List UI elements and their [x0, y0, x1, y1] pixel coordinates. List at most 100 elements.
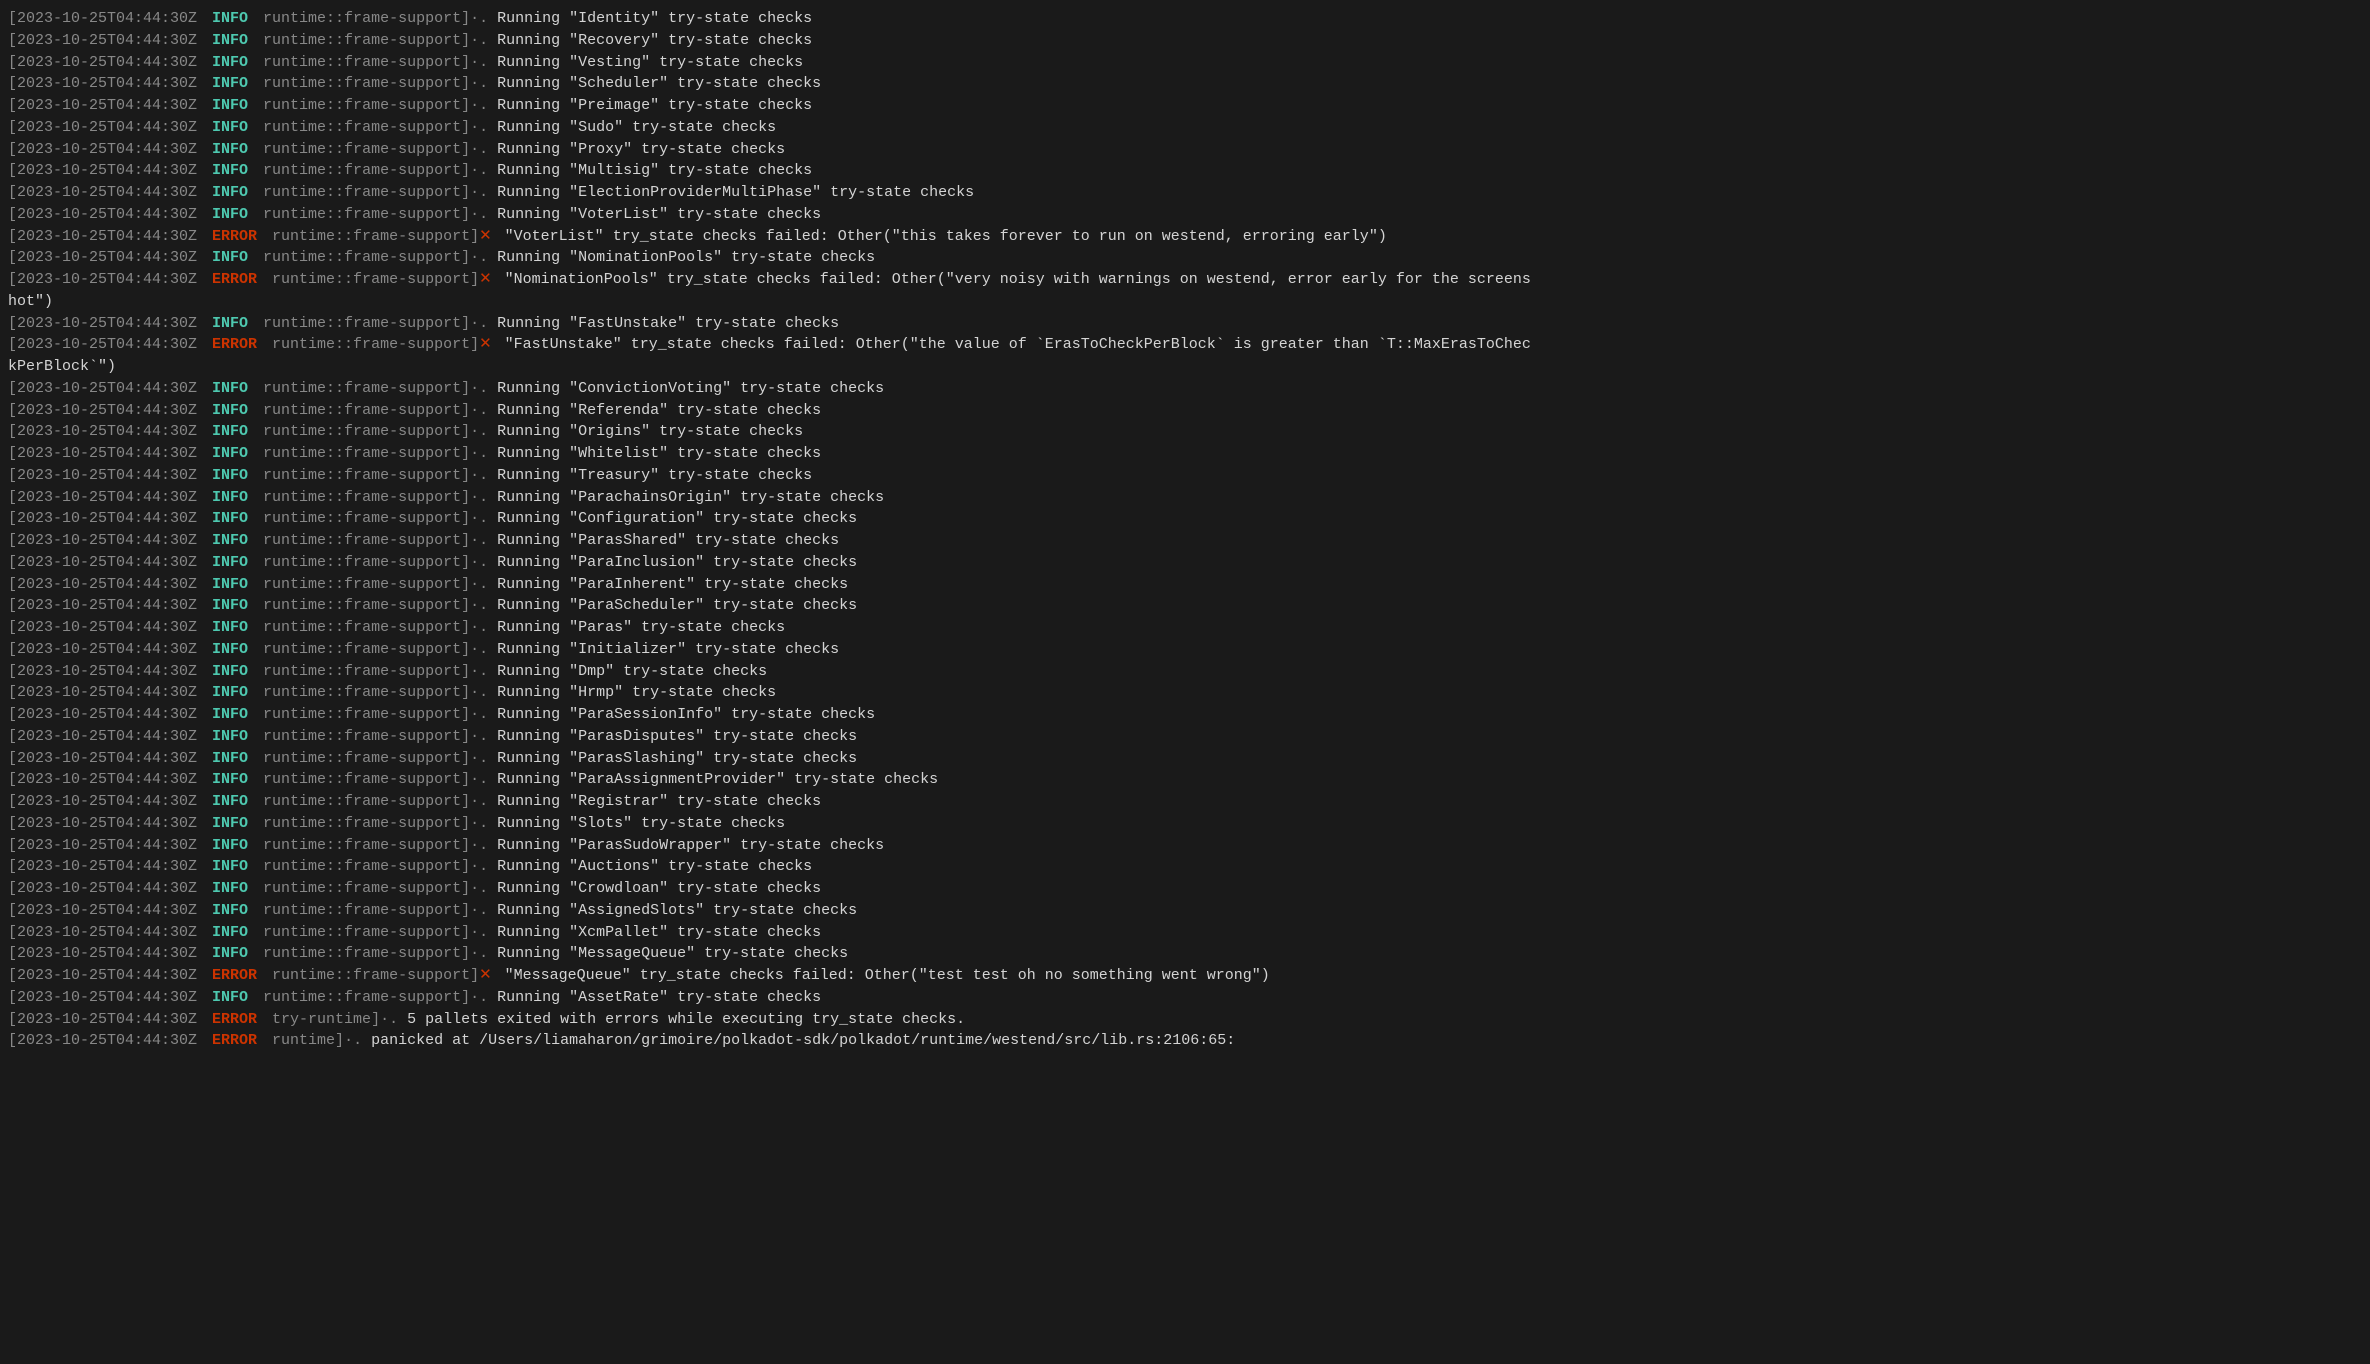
- log-timestamp: [2023-10-25T04:44:30Z: [8, 574, 197, 596]
- log-line: [2023-10-25T04:44:30Z INFO runtime::fram…: [0, 835, 2370, 857]
- log-source: runtime::frame-support]: [263, 682, 470, 704]
- log-level: INFO: [203, 922, 257, 944]
- log-dot: ·.: [470, 750, 497, 767]
- log-level: INFO: [203, 595, 257, 617]
- log-timestamp: [2023-10-25T04:44:30Z: [8, 813, 197, 835]
- log-message: ·. Running "ParasDisputes" try-state che…: [470, 726, 2362, 748]
- log-dot: ·.: [470, 423, 497, 440]
- log-message: ·. Running "NominationPools" try-state c…: [470, 247, 2362, 269]
- log-message: ✕ "FastUnstake" try_state checks failed:…: [479, 334, 2362, 356]
- log-level: INFO: [203, 530, 257, 552]
- log-source: runtime::frame-support]: [263, 574, 470, 596]
- log-level: INFO: [203, 682, 257, 704]
- log-timestamp: [2023-10-25T04:44:30Z: [8, 73, 197, 95]
- log-dot: ·.: [470, 249, 497, 266]
- log-dot: ·.: [470, 945, 497, 962]
- log-level: INFO: [203, 726, 257, 748]
- log-source: runtime::frame-support]: [263, 8, 470, 30]
- log-wrap-continuation: kPerBlock`"): [0, 356, 2370, 378]
- log-level: INFO: [203, 791, 257, 813]
- log-level: ERROR: [203, 226, 266, 248]
- log-line: [2023-10-25T04:44:30Z INFO runtime::fram…: [0, 465, 2370, 487]
- log-timestamp: [2023-10-25T04:44:30Z: [8, 617, 197, 639]
- log-level: INFO: [203, 508, 257, 530]
- log-dot: ·.: [470, 10, 497, 27]
- log-timestamp: [2023-10-25T04:44:30Z: [8, 682, 197, 704]
- log-line: [2023-10-25T04:44:30Z INFO runtime::fram…: [0, 421, 2370, 443]
- log-message: ·. Running "ParasSudoWrapper" try-state …: [470, 835, 2362, 857]
- log-timestamp: [2023-10-25T04:44:30Z: [8, 922, 197, 944]
- log-line: [2023-10-25T04:44:30Z INFO runtime::fram…: [0, 400, 2370, 422]
- log-dot: ·.: [470, 837, 497, 854]
- log-source: runtime::frame-support]: [263, 943, 470, 965]
- log-source: runtime::frame-support]: [263, 726, 470, 748]
- log-message: ·. Running "Hrmp" try-state checks: [470, 682, 2362, 704]
- log-line: [2023-10-25T04:44:30Z INFO runtime::fram…: [0, 987, 2370, 1009]
- log-line: [2023-10-25T04:44:30Z INFO runtime::fram…: [0, 704, 2370, 726]
- log-level: INFO: [203, 704, 257, 726]
- log-source: runtime::frame-support]: [272, 334, 479, 356]
- error-icon: ✕: [479, 271, 501, 288]
- log-source: runtime::frame-support]: [263, 400, 470, 422]
- log-dot: ·.: [470, 597, 497, 614]
- log-dot: ·.: [470, 924, 497, 941]
- log-timestamp: [2023-10-25T04:44:30Z: [8, 530, 197, 552]
- log-timestamp: [2023-10-25T04:44:30Z: [8, 139, 197, 161]
- log-dot: ·.: [470, 141, 497, 158]
- log-timestamp: [2023-10-25T04:44:30Z: [8, 8, 197, 30]
- log-message: ·. Running "ParaInherent" try-state chec…: [470, 574, 2362, 596]
- log-timestamp: [2023-10-25T04:44:30Z: [8, 160, 197, 182]
- log-line: [2023-10-25T04:44:30Z INFO runtime::fram…: [0, 487, 2370, 509]
- log-message: ·. Running "ParaSessionInfo" try-state c…: [470, 704, 2362, 726]
- log-timestamp: [2023-10-25T04:44:30Z: [8, 900, 197, 922]
- log-timestamp: [2023-10-25T04:44:30Z: [8, 726, 197, 748]
- log-level: INFO: [203, 400, 257, 422]
- log-message: ·. Running "ParaScheduler" try-state che…: [470, 595, 2362, 617]
- log-timestamp: [2023-10-25T04:44:30Z: [8, 508, 197, 530]
- log-timestamp: [2023-10-25T04:44:30Z: [8, 334, 197, 356]
- log-message: ·. Running "ElectionProviderMultiPhase" …: [470, 182, 2362, 204]
- log-source: runtime::frame-support]: [263, 769, 470, 791]
- log-source: runtime::frame-support]: [263, 139, 470, 161]
- log-dot: ·.: [470, 467, 497, 484]
- log-line: [2023-10-25T04:44:30Z INFO runtime::fram…: [0, 748, 2370, 770]
- log-timestamp: [2023-10-25T04:44:30Z: [8, 639, 197, 661]
- log-source: runtime::frame-support]: [263, 530, 470, 552]
- log-timestamp: [2023-10-25T04:44:30Z: [8, 552, 197, 574]
- log-timestamp: [2023-10-25T04:44:30Z: [8, 878, 197, 900]
- error-icon: ✕: [479, 967, 501, 984]
- log-dot: ·.: [470, 793, 497, 810]
- log-message: ·. Running "Proxy" try-state checks: [470, 139, 2362, 161]
- log-level: INFO: [203, 574, 257, 596]
- log-level: INFO: [203, 878, 257, 900]
- log-source: runtime::frame-support]: [263, 443, 470, 465]
- log-message: ·. Running "Preimage" try-state checks: [470, 95, 2362, 117]
- log-timestamp: [2023-10-25T04:44:30Z: [8, 226, 197, 248]
- log-source: runtime::frame-support]: [263, 900, 470, 922]
- log-source: runtime::frame-support]: [263, 987, 470, 1009]
- log-level: INFO: [203, 943, 257, 965]
- log-timestamp: [2023-10-25T04:44:30Z: [8, 704, 197, 726]
- log-dot: ·.: [470, 771, 497, 788]
- log-source: runtime::frame-support]: [263, 813, 470, 835]
- log-line: [2023-10-25T04:44:30Z INFO runtime::fram…: [0, 443, 2370, 465]
- log-level: ERROR: [203, 334, 266, 356]
- log-message: ·. Running "ParaInclusion" try-state che…: [470, 552, 2362, 574]
- log-message: ✕ "VoterList" try_state checks failed: O…: [479, 226, 2362, 248]
- log-level: INFO: [203, 900, 257, 922]
- log-level: INFO: [203, 247, 257, 269]
- log-source: runtime::frame-support]: [263, 247, 470, 269]
- log-message: ·. Running "Multisig" try-state checks: [470, 160, 2362, 182]
- log-message: ·. Running "Treasury" try-state checks: [470, 465, 2362, 487]
- log-source: runtime::frame-support]: [263, 95, 470, 117]
- log-message: ·. Running "Paras" try-state checks: [470, 617, 2362, 639]
- log-source: runtime::frame-support]: [272, 226, 479, 248]
- log-level: INFO: [203, 8, 257, 30]
- log-dot: ·.: [470, 510, 497, 527]
- log-timestamp: [2023-10-25T04:44:30Z: [8, 987, 197, 1009]
- log-line: [2023-10-25T04:44:30Z INFO runtime::fram…: [0, 313, 2370, 335]
- log-dot: ·.: [470, 576, 497, 593]
- log-dot: ·.: [470, 489, 497, 506]
- log-message: ·. Running "Vesting" try-state checks: [470, 52, 2362, 74]
- log-message: ·. Running "Scheduler" try-state checks: [470, 73, 2362, 95]
